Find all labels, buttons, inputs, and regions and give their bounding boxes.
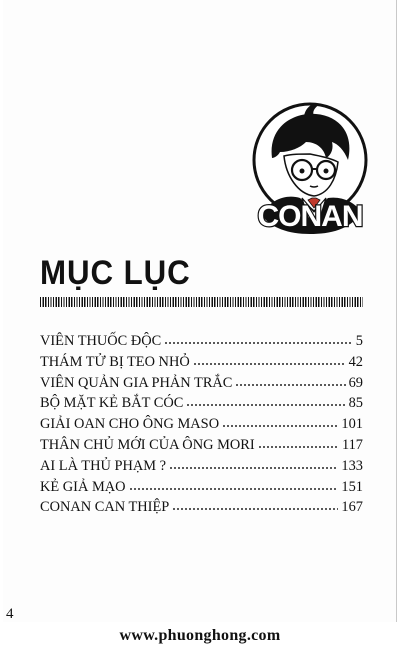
toc-entry-page: 133	[341, 457, 363, 474]
dot-leader	[128, 487, 339, 490]
toc-entry-title: VIÊN QUẢN GIA PHẢN TRẮC	[40, 374, 233, 391]
table-of-contents: VIÊN THUỐC ĐỘC 5 THÁM TỬ BỊ TEO NHỎ 42 V…	[40, 331, 363, 518]
toc-entry: AI LÀ THỦ PHẠM ? 133	[40, 456, 363, 477]
toc-entry-title: AI LÀ THỦ PHẠM ?	[40, 457, 167, 474]
dot-leader	[192, 362, 346, 365]
toc-entry: GIẢI OAN CHO ÔNG MASO 101	[40, 414, 363, 435]
page-title: MỤC LỤC	[40, 254, 191, 292]
page-number: 4	[6, 606, 14, 622]
toc-entry-title: GIẢI OAN CHO ÔNG MASO	[40, 416, 220, 433]
toc-entry-page: 42	[348, 353, 363, 370]
toc-entry: KẺ GIẢ MẠO 151	[40, 477, 363, 498]
dot-leader	[257, 445, 339, 448]
dot-leader	[235, 383, 346, 386]
dot-leader	[169, 466, 339, 469]
toc-entry-title: CONAN CAN THIỆP	[40, 499, 170, 516]
toc-entry-page: 69	[348, 374, 363, 391]
toc-entry-title: THÁM TỬ BỊ TEO NHỎ	[40, 353, 190, 370]
conan-emblem: CONAN	[252, 102, 368, 234]
toc-entry-title: THÂN CHỦ MỚI CỦA ÔNG MORI	[40, 436, 255, 453]
book-page	[3, 0, 397, 622]
toc-entry: THÂN CHỦ MỚI CỦA ÔNG MORI 117	[40, 435, 363, 456]
toc-entry-title: BỘ MẶT KẺ BẮT CÓC	[40, 395, 184, 412]
toc-entry: BỘ MẶT KẺ BẮT CÓC 85	[40, 393, 363, 414]
dot-leader	[186, 404, 346, 407]
toc-entry: VIÊN QUẢN GIA PHẢN TRẮC 69	[40, 373, 363, 394]
toc-entry-page: 151	[341, 478, 363, 495]
emblem-logo-text: CONAN	[258, 200, 363, 233]
toc-entry-title: KẺ GIẢ MẠO	[40, 478, 126, 495]
toc-entry-title: VIÊN THUỐC ĐỘC	[40, 333, 162, 349]
website-watermark: www.phuonghong.com	[119, 627, 281, 644]
toc-entry-page: 167	[341, 499, 363, 516]
toc-entry-page: 5	[355, 333, 363, 349]
toc-entry-page: 117	[341, 436, 363, 453]
toc-entry-page: 85	[348, 395, 363, 412]
toc-entry-page: 101	[341, 416, 363, 433]
toc-entry: CONAN CAN THIỆP 167	[40, 497, 363, 518]
title-decorative-rule	[40, 297, 363, 307]
toc-entry: VIÊN THUỐC ĐỘC 5	[40, 331, 363, 352]
dot-leader	[222, 425, 339, 428]
dot-leader	[164, 342, 353, 344]
toc-entry: THÁM TỬ BỊ TEO NHỎ 42	[40, 352, 363, 373]
dot-leader	[172, 508, 339, 511]
